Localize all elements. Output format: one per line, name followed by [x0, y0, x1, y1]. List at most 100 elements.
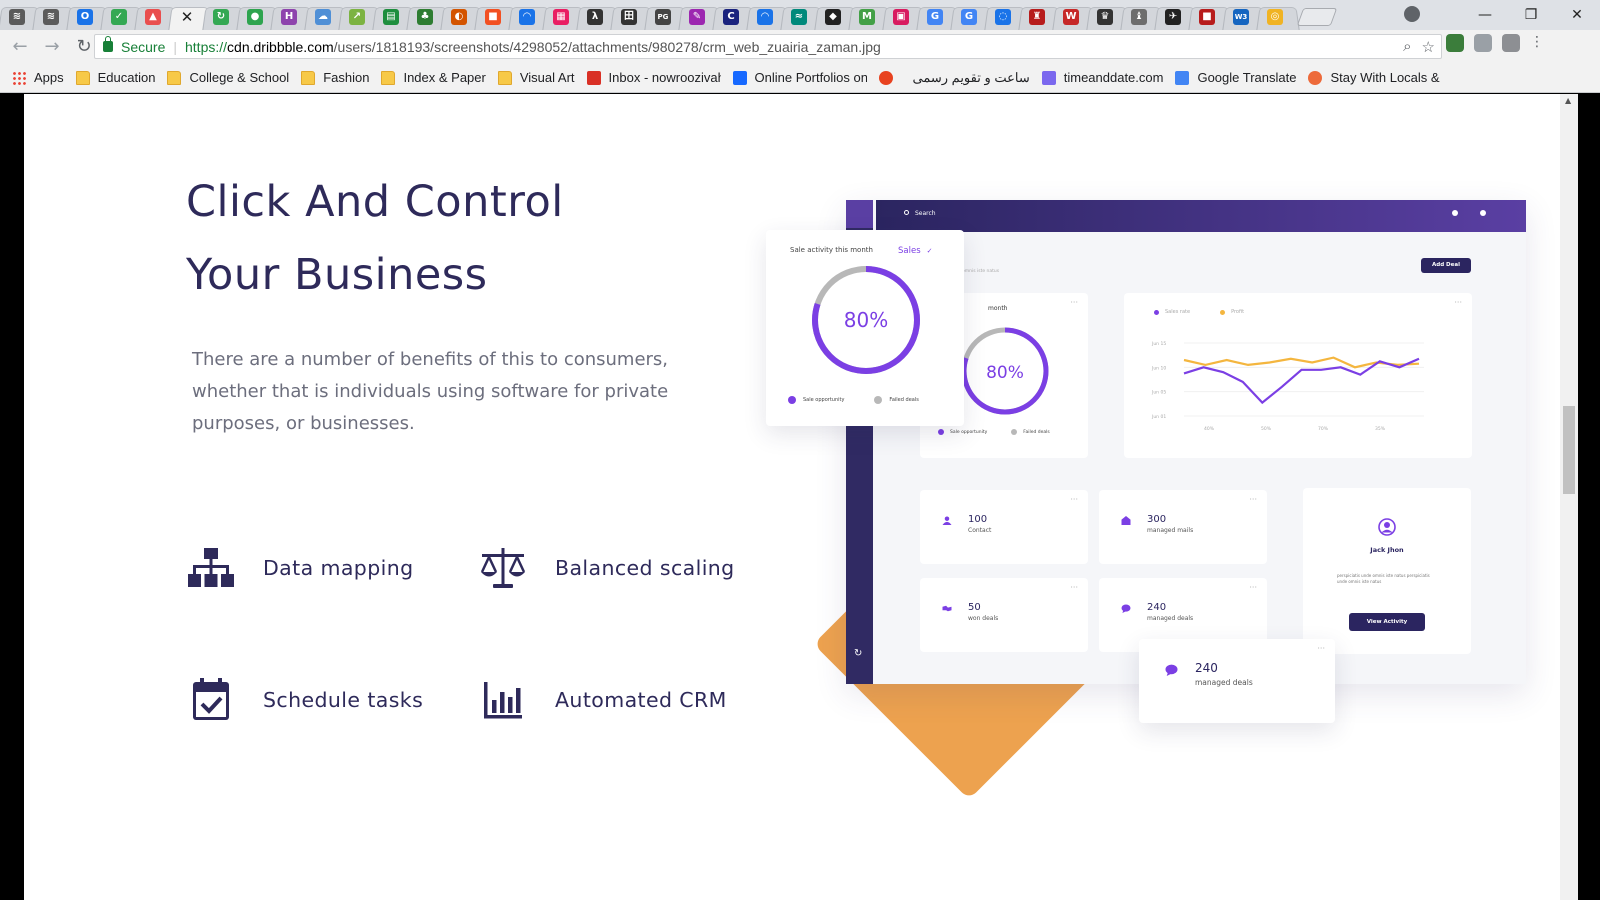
tab[interactable]: ✈ — [1154, 4, 1198, 31]
bookmark-label: Stay With Locals & M — [1330, 70, 1443, 85]
tab-active[interactable]: ✕ — [168, 4, 212, 31]
bookmark-item[interactable]: Inbox - nowroozivahi — [586, 70, 721, 85]
tab[interactable]: ↻ — [202, 4, 246, 31]
tab[interactable]: ◐ — [440, 4, 484, 31]
bookmark-item[interactable]: Fashion — [301, 70, 369, 85]
bookmark-item[interactable]: ساعت و تقویم رسمی — [913, 70, 1030, 86]
vertical-scrollbar[interactable]: ▲ — [1560, 94, 1578, 900]
bookmark-item[interactable]: Stay With Locals & M — [1308, 70, 1442, 85]
bookmark-label: Education — [97, 70, 156, 85]
tab[interactable]: ≈ — [780, 4, 824, 31]
tab[interactable]: λ — [576, 4, 620, 31]
cloud-icon: ☁ — [315, 9, 331, 25]
more-icon: ··· — [1070, 495, 1078, 504]
tab[interactable]: W3 — [1222, 4, 1266, 31]
extension-inbox-icon[interactable] — [1474, 34, 1492, 52]
bookmark-item[interactable]: Education — [75, 70, 156, 85]
tab[interactable]: ▤ — [372, 4, 416, 31]
bell-icon — [1480, 210, 1486, 216]
hero-title-line-1: Click And Control — [186, 177, 564, 227]
bookmark-item[interactable]: Index & Paper — [381, 70, 486, 85]
tab[interactable]: C — [712, 4, 756, 31]
tab[interactable]: ☁ — [304, 4, 348, 31]
window-controls: — ❐ ✕ — [1462, 0, 1600, 30]
tab[interactable]: ◌ — [984, 4, 1028, 31]
windows-icon: ■ — [485, 9, 501, 25]
tab[interactable]: G — [950, 4, 994, 31]
tab[interactable]: ◎ — [1256, 4, 1300, 31]
hero-title-line-2: Your Business — [186, 250, 488, 300]
extension-camera-icon[interactable] — [1502, 34, 1520, 52]
back-button[interactable]: ← — [8, 35, 32, 59]
bookmark-item[interactable]: Visual Art — [497, 70, 575, 85]
tab[interactable]: ◆ — [814, 4, 858, 31]
new-tab-button[interactable] — [1296, 8, 1338, 26]
lambda-icon: λ — [587, 9, 603, 25]
tab[interactable]: O — [66, 4, 110, 31]
tab[interactable]: ◠ — [746, 4, 790, 31]
tab[interactable]: PG — [644, 4, 688, 31]
tab[interactable]: ♛ — [1086, 4, 1130, 31]
tab[interactable]: ● — [236, 4, 280, 31]
feature-label: Balanced scaling — [555, 556, 735, 580]
bookmark-item[interactable]: Online Portfolios on — [732, 70, 867, 85]
scroll-up-arrow[interactable]: ▲ — [1565, 96, 1571, 105]
restore-button[interactable]: ❐ — [1508, 7, 1554, 23]
profile-description: perspiciatis unde omnis iste natus persp… — [1337, 573, 1430, 584]
url-scheme: https:// — [185, 38, 228, 55]
star-icon[interactable]: ☆ — [1422, 38, 1435, 56]
c-icon: C — [723, 9, 739, 25]
legend-failed: Failed deals — [1023, 429, 1050, 435]
profile-name: Jack Jhon — [1370, 546, 1404, 554]
forward-button[interactable]: → — [40, 35, 64, 59]
reload-button[interactable]: ↻ — [72, 35, 96, 59]
managed-deals-popup: ··· 240 managed deals — [1139, 639, 1335, 723]
tab[interactable]: ▲ — [134, 4, 178, 31]
tab[interactable]: H — [270, 4, 314, 31]
tab[interactable]: ≋ — [32, 4, 76, 31]
tab[interactable]: ✎ — [678, 4, 722, 31]
tab[interactable]: W — [1052, 4, 1096, 31]
extensions: ⋮ — [1446, 34, 1544, 52]
tab[interactable]: ▣ — [882, 4, 926, 31]
tab[interactable]: ✓ — [100, 4, 144, 31]
google-icon: G — [927, 9, 943, 25]
bookmark-item[interactable]: College & School — [167, 70, 289, 85]
behance-icon — [732, 70, 747, 85]
bookmark-item[interactable]: Apps — [12, 70, 64, 85]
tab[interactable]: ≋ — [0, 4, 42, 31]
tab[interactable]: 田 — [610, 4, 654, 31]
zoom-icon[interactable]: ⌕ — [1403, 38, 1411, 56]
tab[interactable]: ■ — [474, 4, 518, 31]
tab[interactable]: ■ — [1188, 4, 1232, 31]
tab[interactable]: ↗ — [338, 4, 382, 31]
legend-dot-failed — [874, 396, 883, 404]
tab[interactable]: ♝ — [1120, 4, 1164, 31]
dashboard-sidebar-logo — [846, 200, 873, 228]
tab[interactable]: ♣ — [406, 4, 450, 31]
bookmark-item[interactable] — [878, 70, 901, 85]
omnibox-separator: | — [173, 38, 177, 55]
tab[interactable]: ♜ — [1018, 4, 1062, 31]
dashboard-search-label: Search — [915, 210, 936, 217]
bookmark-item[interactable]: timeanddate.com — [1041, 70, 1163, 85]
profile-icon[interactable] — [1404, 6, 1420, 22]
y-tick-label: Jun 05 — [1151, 390, 1166, 396]
close-tab-icon[interactable]: ✕ — [181, 9, 194, 25]
popup-title: Sale activity this month — [790, 246, 873, 254]
chat-icon — [1121, 604, 1131, 613]
address-bar[interactable]: Secure | https://cdn.dribbble.com/users/… — [94, 34, 1442, 59]
tab[interactable]: ◠ — [508, 4, 552, 31]
extension-globe-icon[interactable] — [1446, 34, 1464, 52]
tab[interactable]: G — [916, 4, 960, 31]
secure-label: Secure — [121, 38, 166, 55]
menu-icon[interactable]: ⋮ — [1530, 34, 1544, 52]
close-window-button[interactable]: ✕ — [1554, 7, 1600, 23]
scroll-thumb[interactable] — [1563, 406, 1575, 494]
bookmark-item[interactable]: Google Translate — [1175, 70, 1296, 85]
tab[interactable]: M — [848, 4, 892, 31]
text-icon: 田 — [621, 9, 637, 25]
minimize-button[interactable]: — — [1462, 7, 1508, 23]
tab[interactable]: ▦ — [542, 4, 586, 31]
handshake-icon — [942, 605, 952, 612]
